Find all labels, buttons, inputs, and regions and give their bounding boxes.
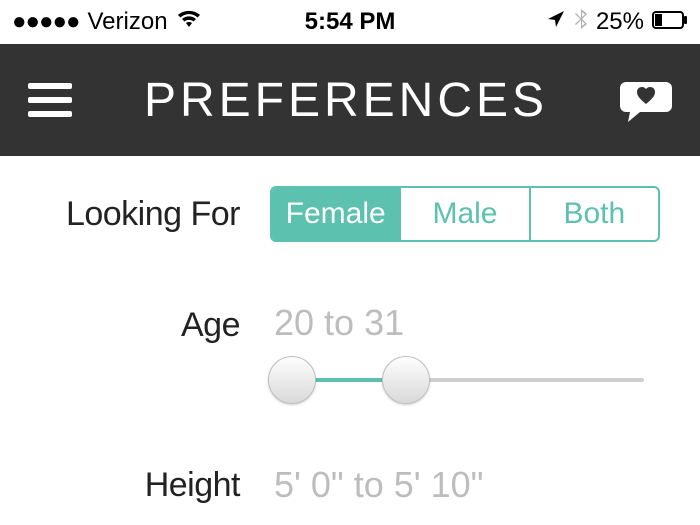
location-icon xyxy=(546,8,566,36)
status-right: 25% xyxy=(546,8,688,37)
status-left: ●●●●● Verizon xyxy=(12,8,202,36)
age-value: 20 to 31 xyxy=(270,302,660,344)
battery-icon xyxy=(652,8,688,36)
looking-for-segmented: Female Male Both xyxy=(270,186,660,242)
page-title: PREFERENCES xyxy=(144,73,548,128)
segment-male[interactable]: Male xyxy=(399,188,528,240)
signal-strength-icon: ●●●●● xyxy=(12,8,79,36)
bluetooth-icon xyxy=(574,8,588,37)
age-row: Age 20 to 31 xyxy=(40,302,660,404)
age-min-thumb[interactable] xyxy=(268,356,316,404)
age-max-thumb[interactable] xyxy=(382,356,430,404)
segment-both[interactable]: Both xyxy=(529,188,658,240)
chat-heart-icon xyxy=(620,78,672,122)
age-slider[interactable] xyxy=(274,356,644,404)
height-row: Height 5' 0" to 5' 10" xyxy=(40,464,660,506)
height-label: Height xyxy=(40,466,270,505)
age-label: Age xyxy=(40,302,270,345)
looking-for-row: Looking For Female Male Both xyxy=(40,186,660,242)
navbar: PREFERENCES xyxy=(0,44,700,156)
wifi-icon xyxy=(176,8,202,36)
menu-button[interactable] xyxy=(28,83,72,117)
looking-for-label: Looking For xyxy=(40,195,270,234)
preferences-content: Looking For Female Male Both Age 20 to 3… xyxy=(0,156,700,506)
messages-button[interactable] xyxy=(620,78,672,122)
height-value: 5' 0" to 5' 10" xyxy=(270,464,483,506)
segment-female[interactable]: Female xyxy=(272,188,399,240)
battery-percent: 25% xyxy=(596,8,644,36)
hamburger-icon xyxy=(28,83,72,89)
carrier-label: Verizon xyxy=(87,8,167,36)
status-bar: ●●●●● Verizon 5:54 PM 25% xyxy=(0,0,700,44)
